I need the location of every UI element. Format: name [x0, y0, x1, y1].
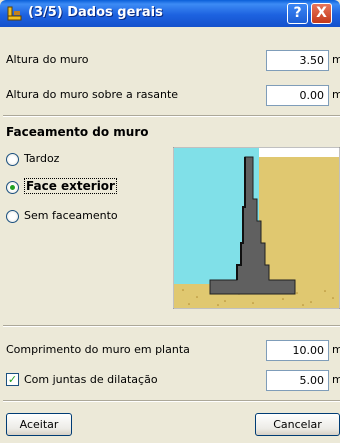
cancel-button[interactable]: Cancelar	[255, 413, 340, 436]
wall-length-label: Comprimento do muro em planta	[6, 343, 190, 356]
wall-length-input[interactable]: 10.00	[266, 340, 329, 361]
accept-button[interactable]: Aceitar	[6, 413, 72, 436]
wall-height-label: Altura do muro	[6, 53, 89, 66]
wall-height-row: Altura do muro 3.50 m	[0, 48, 340, 72]
close-button[interactable]: X	[311, 3, 332, 24]
wall-height-above-grade-row: Altura do muro sobre a rasante 0.00 m	[0, 83, 340, 107]
title-bar: (3/5) Dados gerais ? X	[0, 0, 340, 27]
radio-sem-faceamento[interactable]	[6, 210, 19, 223]
separator	[3, 325, 340, 327]
joints-spacing-unit: m	[332, 373, 340, 386]
window-title: (3/5) Dados gerais	[28, 5, 163, 20]
radio-face-exterior[interactable]	[6, 181, 19, 194]
radio-tardoz[interactable]	[6, 153, 19, 166]
radio-selected-dot	[10, 185, 15, 190]
wall-preview-diagram	[173, 147, 340, 309]
separator	[3, 400, 340, 402]
preview-soil-back	[259, 157, 339, 284]
wall-height-above-grade-label: Altura do muro sobre a rasante	[6, 88, 179, 101]
wall-length-row: Comprimento do muro em planta 10.00 m	[0, 338, 340, 362]
facing-section-title: Faceamento do muro	[6, 125, 149, 139]
help-button[interactable]: ?	[287, 3, 308, 24]
joints-spacing-input[interactable]: 5.00	[266, 370, 329, 391]
wall-height-input[interactable]: 3.50	[266, 50, 329, 71]
radio-tardoz-label[interactable]: Tardoz	[24, 152, 59, 165]
wall-length-unit: m	[332, 343, 340, 356]
radio-face-exterior-label[interactable]: Face exterior	[24, 178, 117, 194]
wall-height-unit: m	[332, 53, 340, 66]
wall-height-above-grade-input[interactable]: 0.00	[266, 85, 329, 106]
separator	[3, 115, 340, 117]
joints-label[interactable]: Com juntas de dilatação	[24, 373, 158, 386]
wall-app-icon	[7, 6, 22, 21]
radio-sem-faceamento-label[interactable]: Sem faceamento	[24, 209, 118, 222]
wall-height-above-grade-unit: m	[332, 88, 340, 101]
joints-checkbox[interactable]: ✓	[6, 373, 19, 386]
